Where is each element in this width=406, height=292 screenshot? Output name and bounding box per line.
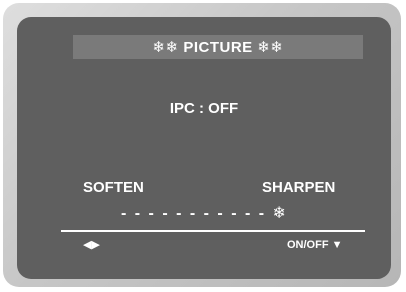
left-right-arrow-icon: ◀▶ — [83, 239, 100, 251]
menu-title: ❄❄ PICTURE ❄❄ — [152, 39, 284, 56]
sharpness-slider[interactable]: - - - - - - - - - - - ❄ — [121, 203, 288, 223]
divider — [61, 230, 365, 232]
monitor-bezel: ❄❄ PICTURE ❄❄ IPC : OFF SOFTEN SHARPEN -… — [3, 3, 401, 287]
sharpen-label: SHARPEN — [262, 179, 336, 196]
ipc-status[interactable]: IPC : OFF — [17, 100, 391, 117]
soften-label: SOFTEN — [83, 179, 144, 196]
onoff-hint: ON/OFF ▼ — [287, 239, 343, 251]
osd-screen: ❄❄ PICTURE ❄❄ IPC : OFF SOFTEN SHARPEN -… — [17, 17, 391, 279]
menu-title-bar: ❄❄ PICTURE ❄❄ — [73, 35, 363, 59]
